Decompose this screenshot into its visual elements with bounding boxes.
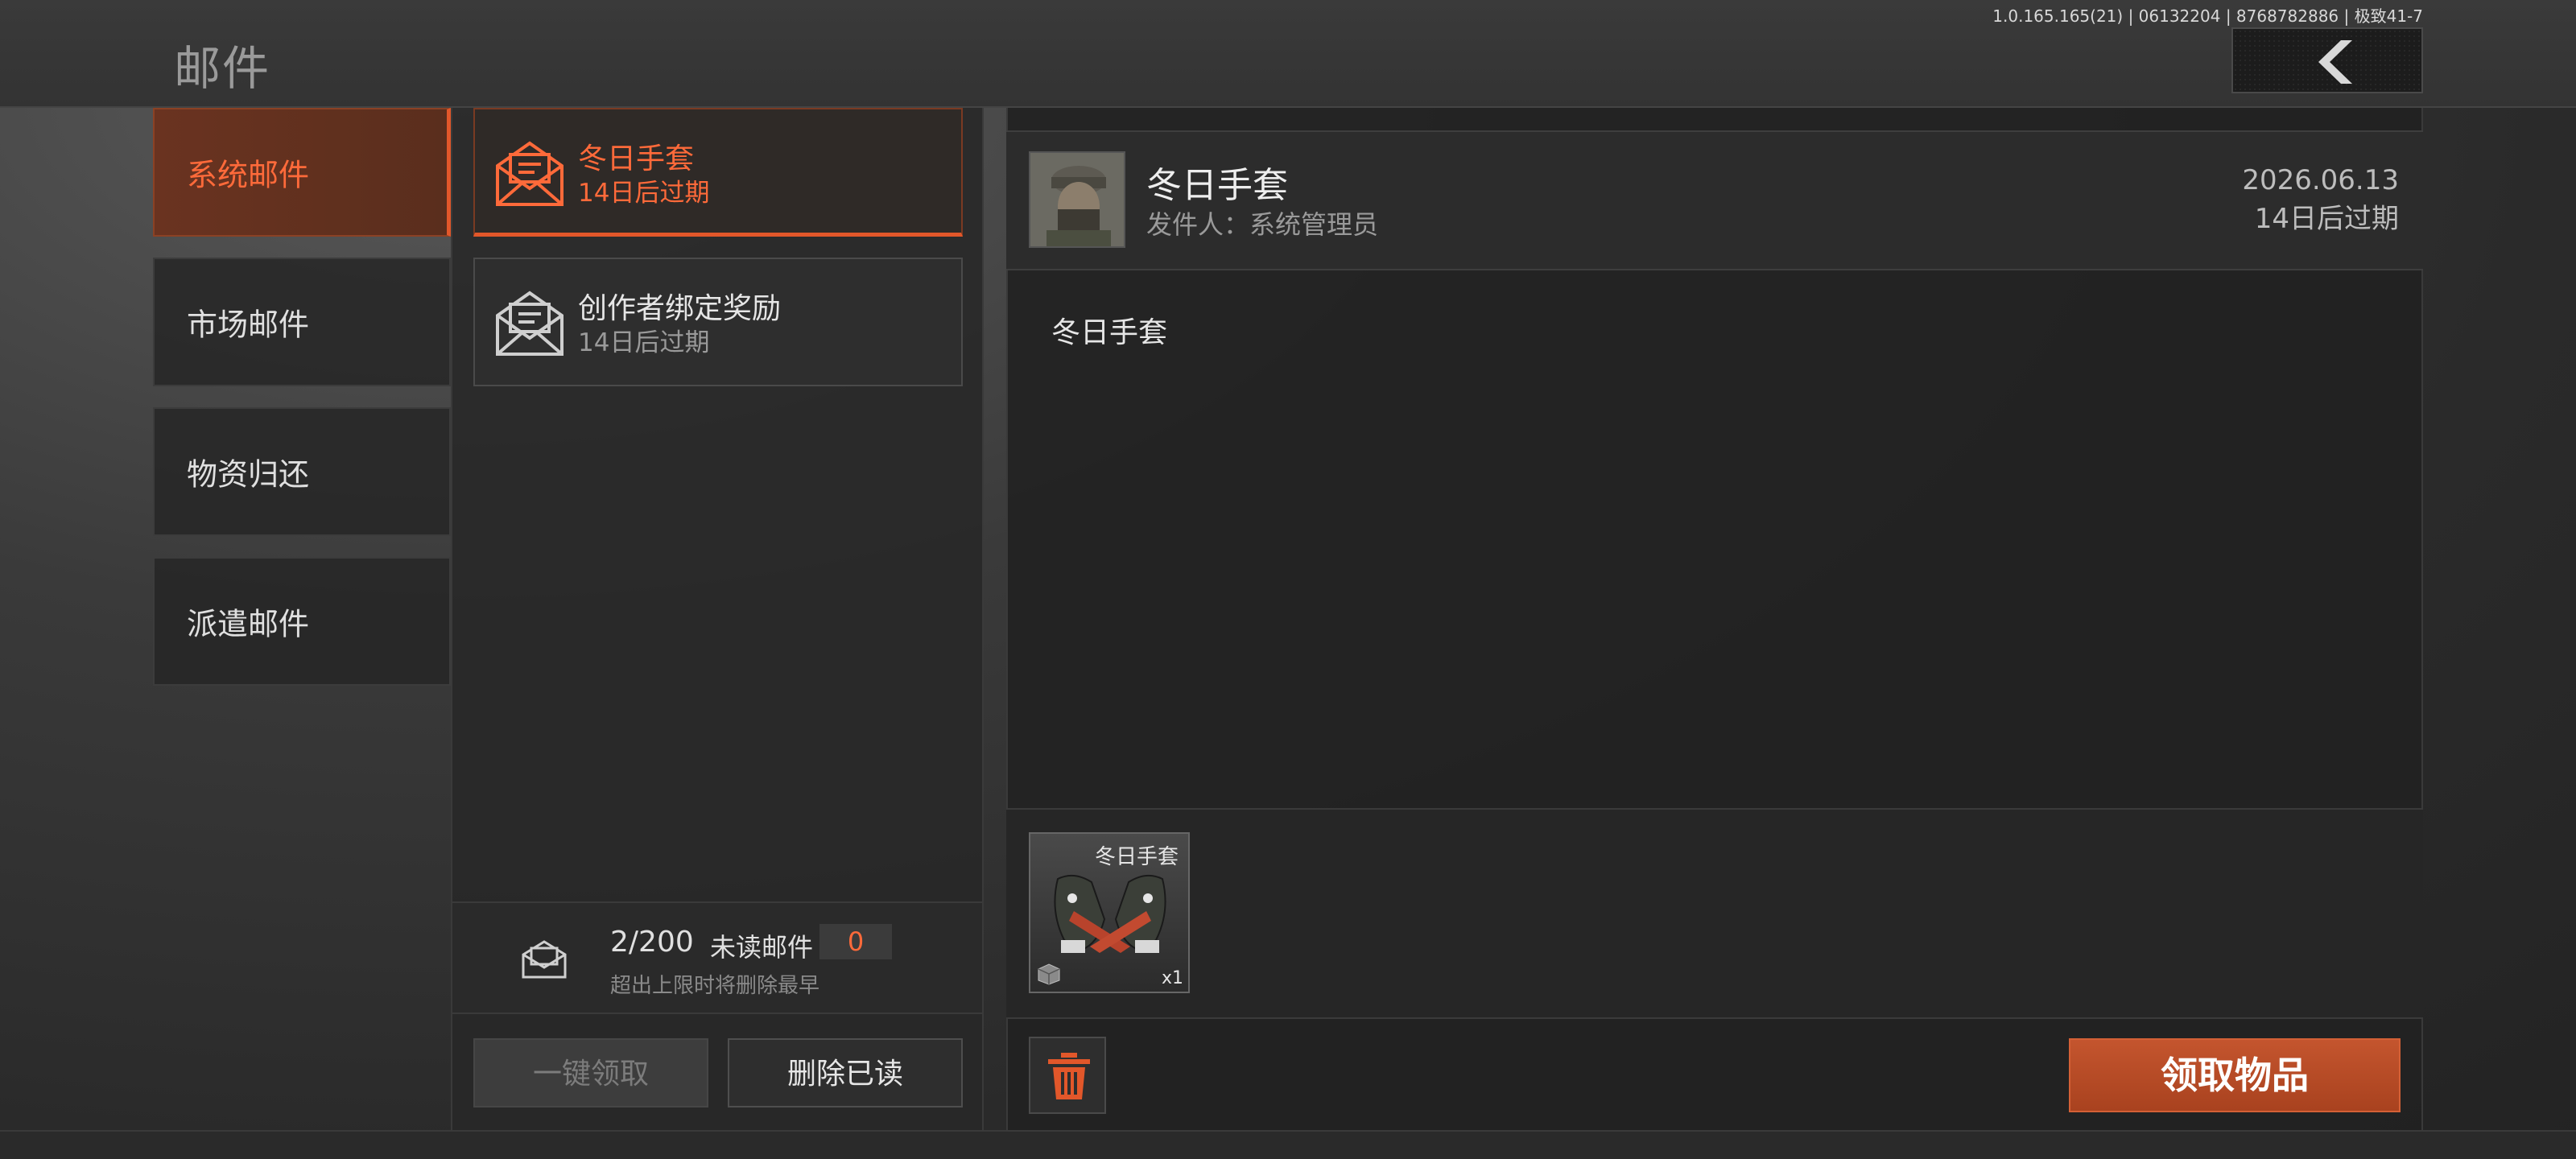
mail-expiry: 14日后过期: [578, 328, 710, 357]
chevron-left-icon: [2318, 40, 2352, 84]
unread-count: 0: [819, 924, 892, 959]
attachment-item[interactable]: 冬日手套 x1: [1029, 832, 1190, 993]
trash-icon: [1048, 1053, 1090, 1099]
box-icon: [1038, 963, 1060, 985]
envelope-open-icon: [496, 291, 564, 356]
detail-title: 冬日手套: [1146, 165, 1288, 206]
detail-expiry: 14日后过期: [2254, 203, 2399, 235]
category-dispatch-mail[interactable]: 派遣邮件: [153, 557, 451, 686]
category-label: 系统邮件: [187, 157, 310, 193]
envelope-stack-icon: [522, 940, 567, 979]
sender-avatar: [1029, 151, 1125, 248]
limit-note: 超出上限时将删除最早: [610, 974, 820, 998]
back-button[interactable]: [2231, 27, 2423, 93]
detail-body: 冬日手套: [1051, 316, 1168, 349]
attachment-name: 冬日手套: [1094, 845, 1179, 869]
mail-counter: 2/200 未读邮件 0 超出上限时将删除最早: [452, 901, 982, 1014]
mail-item[interactable]: 创作者绑定奖励 14日后过期: [473, 258, 963, 386]
page-title: 邮件: [174, 41, 271, 96]
envelope-open-icon: [496, 141, 564, 206]
mail-expiry: 14日后过期: [578, 179, 710, 208]
category-system-mail[interactable]: 系统邮件: [153, 108, 451, 237]
claim-all-button[interactable]: 一键领取: [473, 1038, 708, 1107]
unread-label: 未读邮件: [710, 932, 814, 963]
attachment-quantity: x1: [1161, 968, 1183, 988]
detail-date: 2026.06.13: [2242, 164, 2399, 196]
category-supply-return[interactable]: 物资归还: [153, 407, 451, 536]
attachment-area: [1006, 808, 2423, 1019]
mail-title: 创作者绑定奖励: [578, 292, 782, 325]
delete-mail-button[interactable]: [1029, 1037, 1106, 1114]
bottom-bar: [0, 1130, 2576, 1159]
detail-sender: 发件人：系统管理员: [1146, 209, 1379, 240]
take-items-button[interactable]: 领取物品: [2069, 1038, 2401, 1112]
build-info: 1.0.165.165(21) | 06132204 | 8768782886 …: [1992, 6, 2423, 26]
mail-count: 2/200: [610, 926, 694, 959]
category-label: 市场邮件: [187, 307, 310, 343]
delete-read-button[interactable]: 删除已读: [728, 1038, 963, 1107]
gloves-icon: [1054, 874, 1166, 953]
mail-item[interactable]: 冬日手套 14日后过期: [473, 108, 963, 237]
category-market-mail[interactable]: 市场邮件: [153, 258, 451, 386]
mail-title: 冬日手套: [578, 142, 695, 175]
category-label: 派遣邮件: [187, 606, 310, 642]
category-label: 物资归还: [187, 456, 310, 493]
